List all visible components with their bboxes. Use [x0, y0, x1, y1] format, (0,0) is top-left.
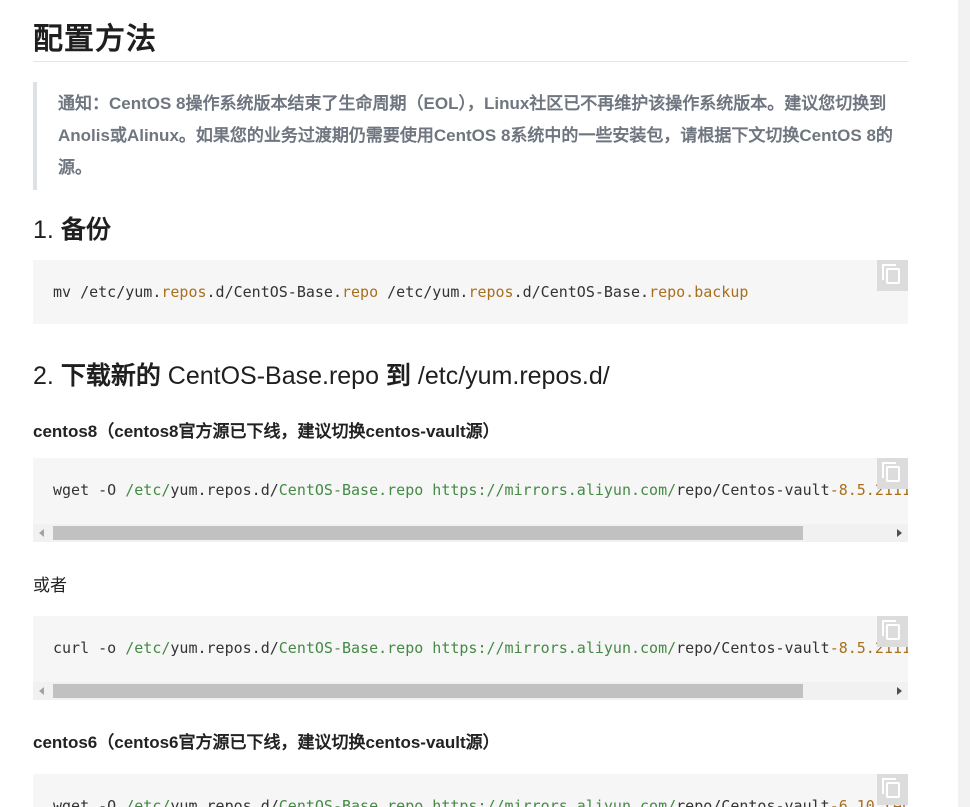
page-title: 配置方法: [33, 23, 157, 56]
page-scrollbar[interactable]: [958, 0, 970, 807]
step2-heading: 2. 下载新的 CentOS-Base.repo 到 /etc/yum.repo…: [33, 356, 610, 392]
step2-title-b: CentOS-Base.repo: [160, 362, 386, 390]
scroll-right-icon[interactable]: [897, 529, 902, 537]
step2-number: 2.: [33, 362, 54, 390]
wget8-horizontal-scrollbar[interactable]: [33, 524, 908, 542]
copy-button[interactable]: [877, 458, 908, 489]
curl8-code-block: curl -o /etc/yum.repos.d/CentOS-Base.rep…: [33, 616, 908, 682]
step1-heading: 1. 备份: [33, 210, 111, 246]
scrollbar-thumb[interactable]: [53, 526, 803, 540]
notice-blockquote: 通知：CentOS 8操作系统版本结束了生命周期（EOL），Linux社区已不再…: [33, 82, 903, 190]
step2-title-c: 到: [385, 362, 411, 390]
step1-number: 1.: [33, 216, 54, 244]
wget8-code-block: wget -O /etc/yum.repos.d/CentOS-Base.rep…: [33, 458, 908, 524]
title-divider: [33, 61, 908, 62]
copy-button[interactable]: [877, 616, 908, 647]
step2-title-a: 下载新的: [60, 362, 161, 390]
scroll-right-icon[interactable]: [897, 687, 902, 695]
wget8-code[interactable]: wget -O /etc/yum.repos.d/CentOS-Base.rep…: [33, 481, 908, 499]
notice-text: 通知：CentOS 8操作系统版本结束了生命周期（EOL），Linux社区已不再…: [58, 94, 893, 177]
step2-title-d: /etc/yum.repos.d/: [410, 362, 610, 390]
wget6-code[interactable]: wget -O /etc/yum.repos.d/CentOS-Base.rep…: [33, 797, 908, 807]
copy-icon: [881, 777, 900, 798]
wget6-code-block: wget -O /etc/yum.repos.d/CentOS-Base.rep…: [33, 774, 908, 807]
or-text: 或者: [33, 576, 67, 595]
backup-code[interactable]: mv /etc/yum.repos.d/CentOS-Base.repo /et…: [33, 283, 748, 301]
scroll-left-icon[interactable]: [39, 529, 44, 537]
scroll-left-icon[interactable]: [39, 687, 44, 695]
copy-icon: [881, 263, 900, 284]
backup-code-block: mv /etc/yum.repos.d/CentOS-Base.repo /et…: [33, 260, 908, 324]
copy-icon: [881, 461, 900, 482]
curl8-horizontal-scrollbar[interactable]: [33, 682, 908, 700]
copy-button[interactable]: [877, 260, 908, 291]
copy-button[interactable]: [877, 774, 908, 805]
copy-icon: [881, 619, 900, 640]
centos6-label: centos6（centos6官方源已下线，建议切换centos-vault源）: [33, 733, 500, 752]
centos8-label: centos8（centos8官方源已下线，建议切换centos-vault源）: [33, 422, 500, 441]
curl8-code[interactable]: curl -o /etc/yum.repos.d/CentOS-Base.rep…: [33, 639, 908, 657]
step1-title: 备份: [60, 216, 111, 244]
scrollbar-thumb[interactable]: [53, 684, 803, 698]
